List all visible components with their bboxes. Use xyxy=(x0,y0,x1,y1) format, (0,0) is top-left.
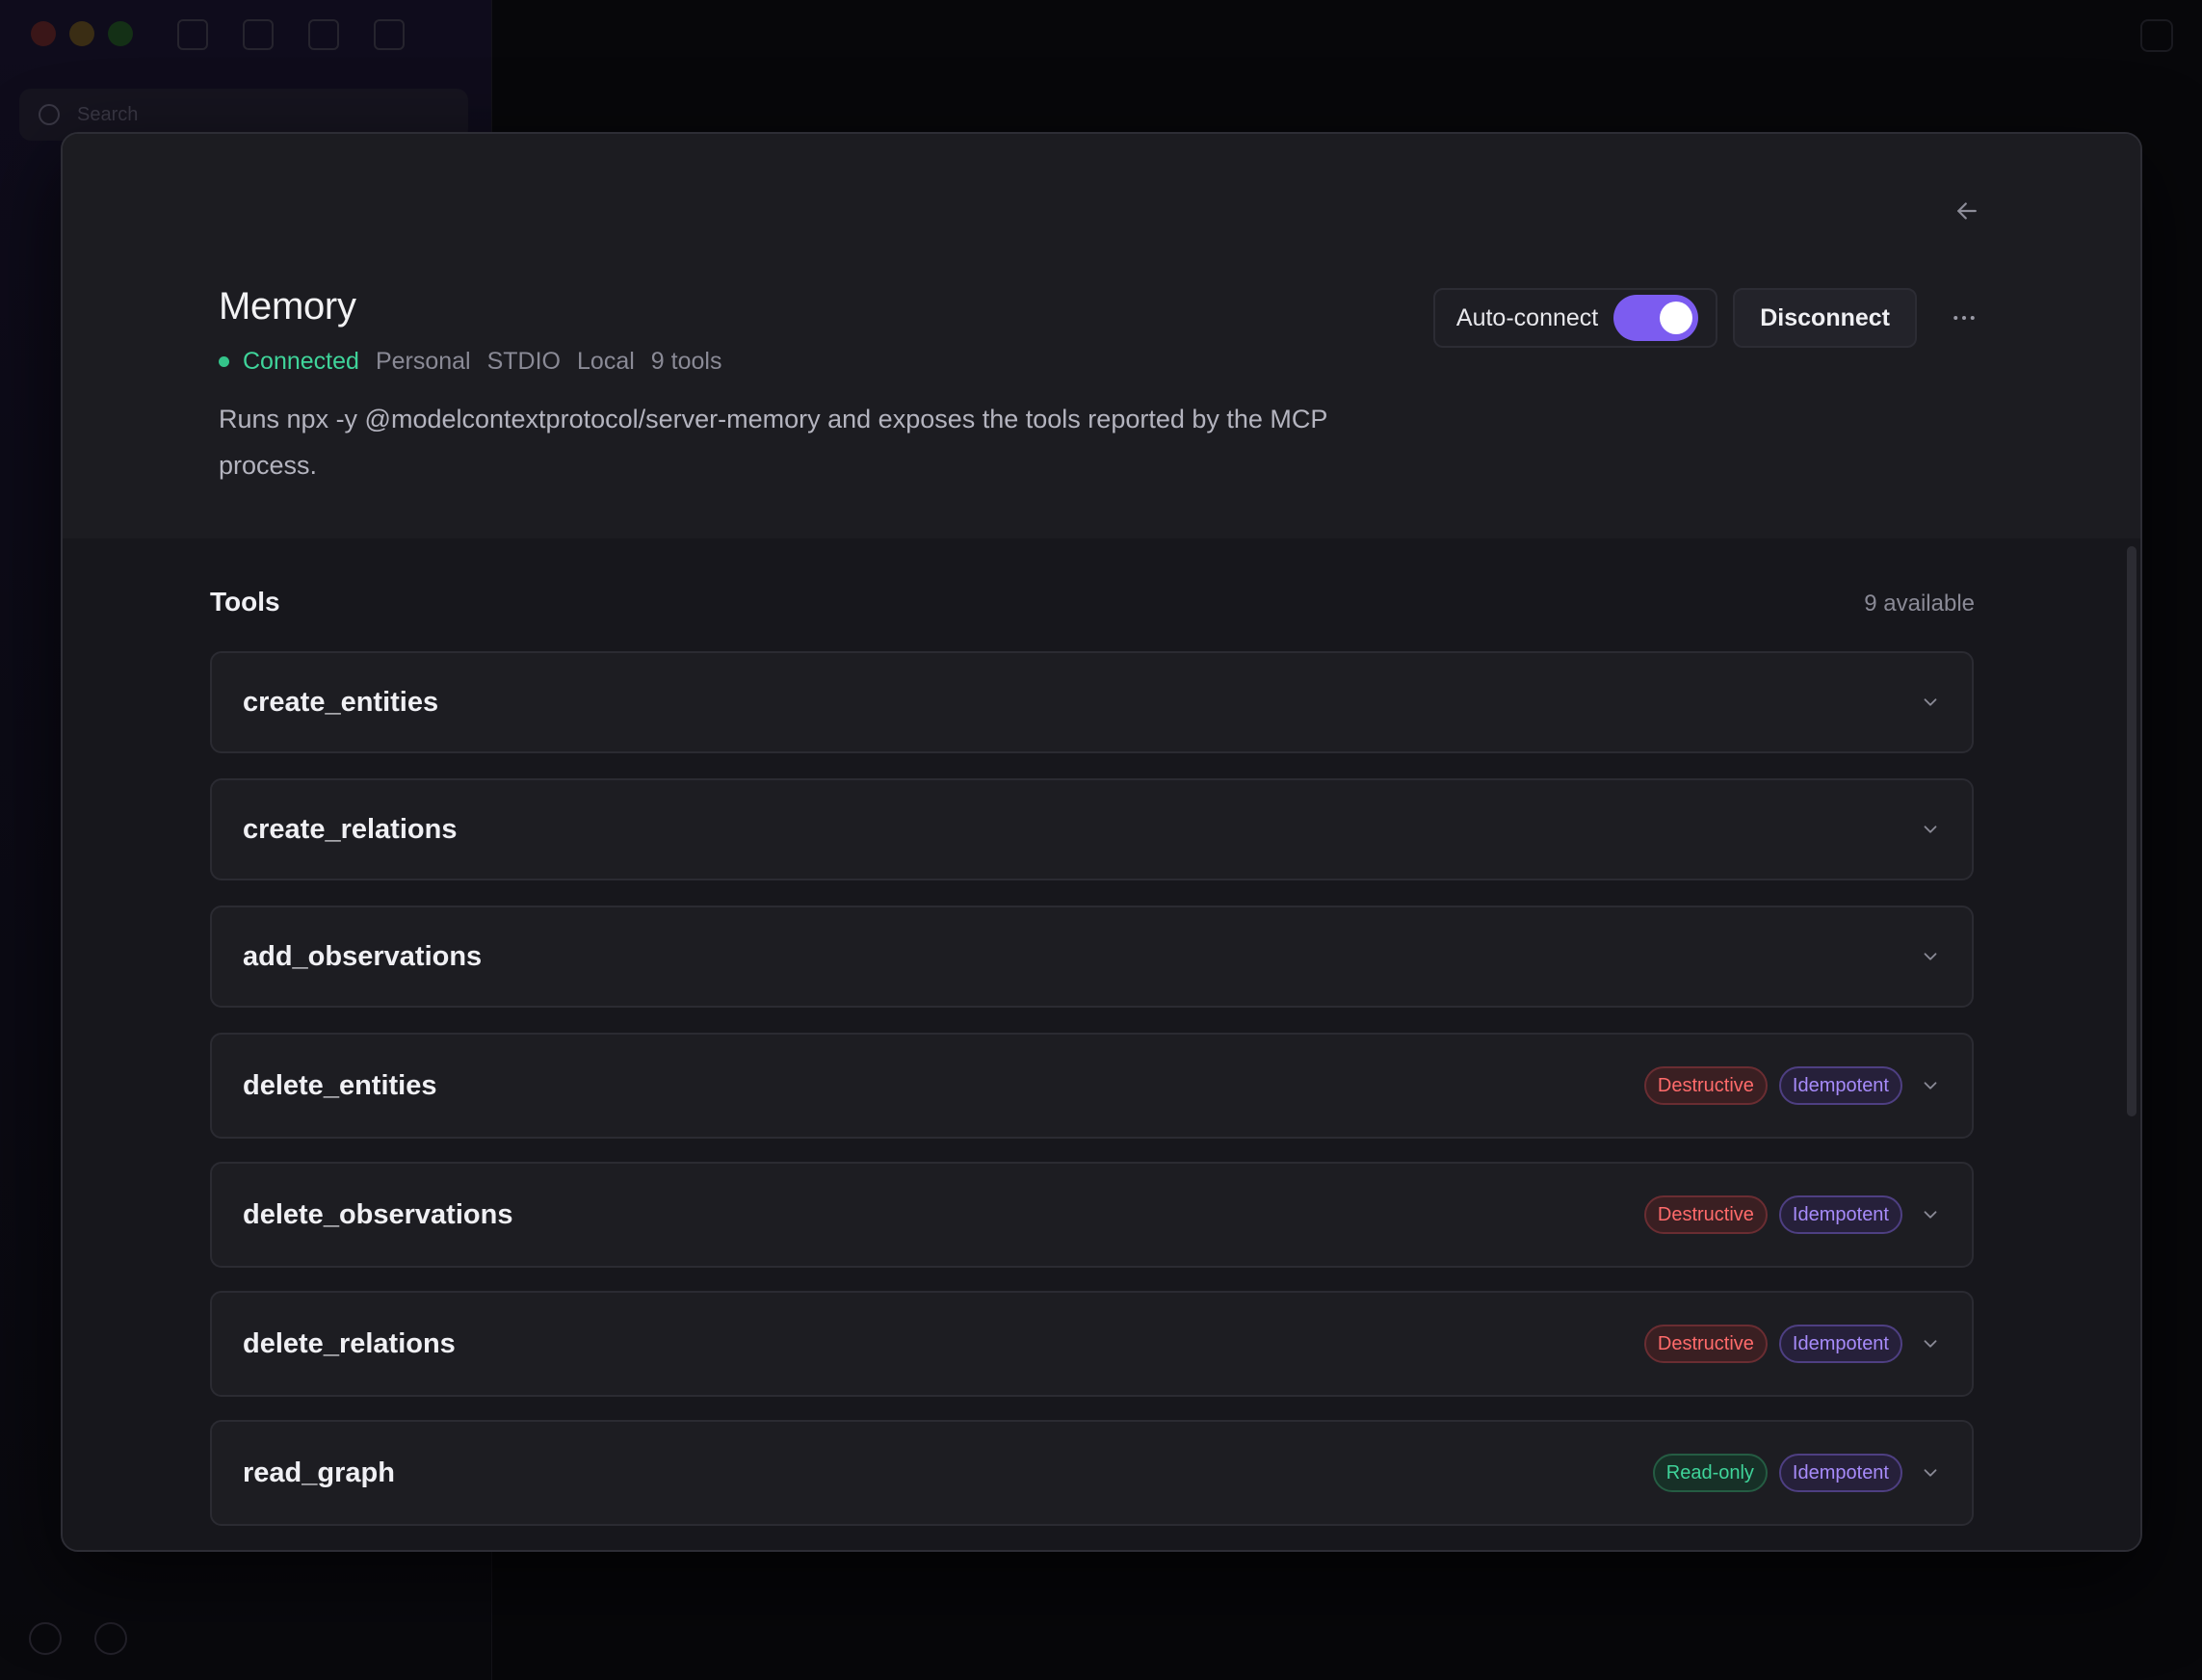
server-description: Runs npx -y @modelcontextprotocol/server… xyxy=(219,405,1327,480)
clock-icon xyxy=(374,19,405,50)
location-tag: Local xyxy=(577,348,635,375)
server-meta: Connected Personal STDIO Local 9 tools xyxy=(219,348,738,376)
sidebar-icon xyxy=(177,19,208,50)
tools-heading: Tools xyxy=(210,587,280,617)
idempotent-badge: Idempotent xyxy=(1778,1066,1902,1105)
chevron-down-icon[interactable] xyxy=(1920,1204,1941,1225)
tool-name: add_observations xyxy=(243,940,483,972)
destructive-badge: Destructive xyxy=(1643,1066,1768,1105)
status-dot-icon xyxy=(219,356,229,367)
history-icon xyxy=(308,19,339,50)
tool-count-tag: 9 tools xyxy=(650,348,722,375)
more-horizontal-icon xyxy=(1953,316,1975,320)
chevron-down-icon[interactable] xyxy=(1920,692,1941,713)
tool-name: create_entities xyxy=(243,686,439,718)
close-window-icon xyxy=(31,21,56,46)
transport-tag: STDIO xyxy=(486,348,562,375)
tool-row-add-observations[interactable]: add_observations xyxy=(210,906,1974,1008)
disconnect-button[interactable]: Disconnect xyxy=(1733,288,1917,348)
chevron-down-icon[interactable] xyxy=(1920,819,1941,840)
arrow-left-icon xyxy=(1957,202,1977,220)
tool-name: create_relations xyxy=(243,813,458,845)
tool-row-delete-entities[interactable]: delete_entities Destructive Idempotent xyxy=(210,1033,1974,1139)
window-controls xyxy=(31,21,133,46)
tool-name: delete_entities xyxy=(243,1069,437,1101)
grid-icon xyxy=(243,19,274,50)
background-toolbar xyxy=(177,19,405,50)
server-title: Memory xyxy=(219,285,356,328)
read-only-badge: Read-only xyxy=(1652,1454,1768,1492)
tools-scrollbar[interactable] xyxy=(2127,546,2136,1116)
idempotent-badge: Idempotent xyxy=(1778,1325,1902,1363)
chevron-down-icon[interactable] xyxy=(1920,1333,1941,1354)
chevron-down-icon[interactable] xyxy=(1920,946,1941,967)
tool-name: read_graph xyxy=(243,1457,395,1488)
help-icon xyxy=(94,1622,127,1655)
auto-connect-toggle[interactable] xyxy=(1613,295,1699,341)
chevron-down-icon[interactable] xyxy=(1920,1075,1941,1096)
tool-row-delete-relations[interactable]: delete_relations Destructive Idempotent xyxy=(210,1291,1974,1397)
auto-connect-label: Auto-connect xyxy=(1455,303,1599,331)
more-options-button[interactable] xyxy=(1948,302,1980,334)
scope-tag: Personal xyxy=(375,348,471,375)
background-topright-icon xyxy=(2140,19,2173,52)
maximize-window-icon xyxy=(108,21,133,46)
idempotent-badge: Idempotent xyxy=(1778,1195,1902,1234)
tool-row-read-graph[interactable]: read_graph Read-only Idempotent xyxy=(210,1420,1974,1526)
settings-icon xyxy=(29,1622,62,1655)
back-button[interactable] xyxy=(1948,192,1986,230)
server-header: Memory Connected Personal STDIO Local 9 … xyxy=(63,134,2140,538)
tool-name: delete_relations xyxy=(243,1327,456,1359)
tools-section: Tools 9 available create_entities create… xyxy=(63,538,2140,1550)
auto-connect-control: Auto-connect xyxy=(1432,288,1718,348)
tool-row-create-entities[interactable]: create_entities xyxy=(210,651,1974,753)
status-badge: Connected xyxy=(243,348,359,375)
tool-name: delete_observations xyxy=(243,1198,513,1230)
header-actions: Auto-connect Disconnect xyxy=(1432,288,1980,348)
destructive-badge: Destructive xyxy=(1643,1325,1768,1363)
tool-row-delete-observations[interactable]: delete_observations Destructive Idempote… xyxy=(210,1162,1974,1268)
destructive-badge: Destructive xyxy=(1643,1195,1768,1234)
toggle-knob xyxy=(1660,302,1693,334)
tools-count: 9 available xyxy=(1864,591,1975,617)
search-icon xyxy=(39,104,60,125)
chevron-down-icon[interactable] xyxy=(1920,1462,1941,1483)
idempotent-badge: Idempotent xyxy=(1778,1454,1902,1492)
minimize-window-icon xyxy=(69,21,94,46)
background-search-placeholder: Search xyxy=(77,104,139,125)
tool-row-create-relations[interactable]: create_relations xyxy=(210,778,1974,880)
background-bottom-icons xyxy=(29,1622,127,1655)
server-detail-modal: Memory Connected Personal STDIO Local 9 … xyxy=(61,132,2142,1552)
tool-list: create_entities create_relations add_obs… xyxy=(210,651,1974,1549)
